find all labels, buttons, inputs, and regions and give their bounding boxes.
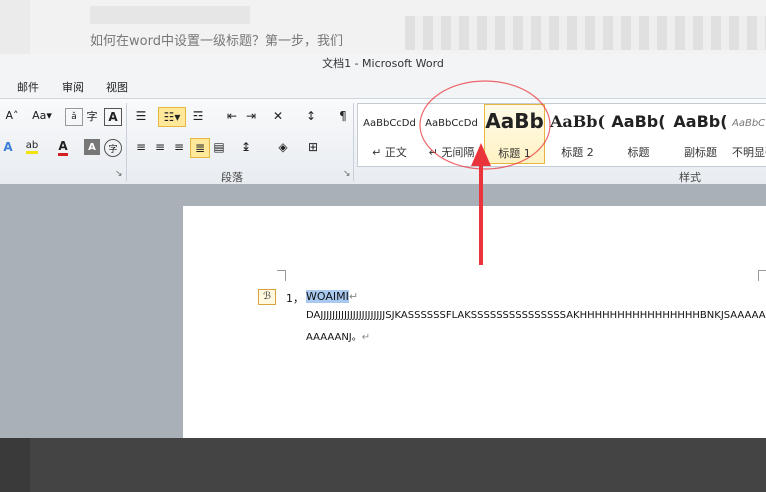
style-label: ↵ 无间隔 [428, 146, 475, 159]
tab-view[interactable]: 视图 [106, 79, 128, 95]
styles-gallery: AaBbCcDd ↵ 正文 AaBbCcDd ↵ 无间隔 AaBb 标题 1 A… [357, 103, 766, 167]
style-heading-2[interactable]: AaBb( 标题 2 [547, 104, 608, 164]
body-line[interactable]: DAJJJJJJJJJJJJJJJJJJJJJJSJKASSSSSSFLAKSS… [306, 310, 766, 321]
style-subtitle[interactable]: AaBb( 副标题 [670, 104, 731, 164]
character-shading-icon[interactable]: A [84, 139, 100, 155]
style-label: ↵ 正文 [372, 146, 407, 159]
margin-corner [277, 270, 286, 281]
style-label: 副标题 [684, 146, 717, 159]
style-preview: AaBb( [611, 112, 666, 131]
show-marks-icon[interactable]: ¶ [335, 108, 351, 124]
style-preview: AaBbCcDd [425, 118, 478, 129]
background-caption: 如何在word中设置一级标题？第一步，我们 [90, 34, 343, 49]
font-color-icon[interactable]: A [55, 139, 71, 156]
list-number: 1， [286, 292, 304, 305]
autocorrect-options-icon[interactable]: ℬ [258, 289, 276, 305]
background-bottom [0, 438, 766, 492]
style-preview: AaBb( [549, 112, 606, 131]
style-label: 标题 2 [561, 146, 594, 159]
style-preview: AaBb( [673, 112, 728, 131]
align-left-icon[interactable]: ≡ [133, 139, 149, 155]
style-heading-1[interactable]: AaBb 标题 1 [484, 104, 545, 164]
style-preview: AaBbC [732, 118, 766, 129]
decrease-indent-icon[interactable]: ⇤ [224, 108, 240, 124]
document-workspace[interactable]: ℬ 1， WOAIMI↵ DAJJJJJJJJJJJJJJJJJJJJJJSJK… [0, 184, 766, 438]
distributed-icon[interactable]: ▤ [211, 139, 227, 155]
body-text: AAAAANJ。 [306, 332, 362, 343]
highlight-color-icon[interactable]: ab [24, 139, 40, 155]
selected-text[interactable]: WOAIMI [306, 290, 349, 303]
separator [353, 103, 354, 181]
separator [126, 103, 127, 181]
style-preview: AaBb [485, 109, 544, 133]
increase-indent-icon[interactable]: ⇥ [243, 108, 259, 124]
background-header-blur [90, 6, 250, 24]
shading-icon[interactable]: ◈ [275, 139, 291, 155]
style-label: 不明显强 [732, 146, 766, 159]
numbering-icon[interactable]: ☷▾ [158, 107, 186, 127]
paragraph-mark: ↵ [361, 332, 371, 343]
style-preview: AaBbCcDd [363, 118, 416, 129]
justify-icon[interactable]: ≣ [190, 138, 210, 158]
document-page[interactable]: ℬ 1， WOAIMI↵ DAJJJJJJJJJJJJJJJJJJJJJJSJK… [183, 206, 766, 438]
text-effects-icon[interactable]: A [0, 139, 16, 155]
styles-group-label: 样式 [679, 171, 701, 184]
font-dialog-launcher-icon[interactable]: ↘ [115, 169, 123, 179]
background-article: 如何在word中设置一级标题？第一步，我们 [0, 0, 766, 55]
background-shadow [30, 438, 766, 492]
style-subtle-emphasis[interactable]: AaBbC 不明显强 [732, 104, 766, 164]
phonetic-guide-icon[interactable]: ǎ [65, 108, 83, 126]
ribbon: A˄ Aa▾ ǎ 字 A A ab A A 字 ↘ ☰ ☷▾ ☲ ⇤ ⇥ ✕ ↕… [0, 98, 766, 186]
align-center-icon[interactable]: ≡ [152, 139, 168, 155]
paragraph-dialog-launcher-icon[interactable]: ↘ [343, 169, 351, 179]
margin-corner [758, 270, 766, 281]
paragraph-group-label: 段落 [221, 171, 243, 184]
multilevel-list-icon[interactable]: ☲ [190, 108, 206, 124]
enclosed-character-icon[interactable]: 字 [104, 139, 122, 157]
style-no-spacing[interactable]: AaBbCcDd ↵ 无间隔 [421, 104, 482, 164]
enclose-characters-icon[interactable]: 字 [84, 108, 100, 124]
character-border-icon[interactable]: A [104, 108, 122, 126]
style-normal[interactable]: AaBbCcDd ↵ 正文 [359, 104, 420, 164]
style-label: 标题 [627, 146, 650, 159]
chinese-layout-icon[interactable]: ✕ [270, 108, 286, 124]
background-panel [0, 0, 30, 55]
grow-font-button[interactable]: A˄ [4, 107, 20, 125]
style-title[interactable]: AaBb( 标题 [608, 104, 669, 164]
word-window: 文档1 - Microsoft Word 邮件 审阅 视图 A˄ Aa▾ ǎ 字… [0, 54, 766, 438]
ribbon-tabs: 邮件 审阅 视图 [0, 74, 766, 98]
line-spacing-icon[interactable]: ↨ [238, 139, 254, 155]
style-label: 标题 1 [498, 147, 531, 160]
body-line[interactable]: AAAAANJ。↵ [306, 328, 370, 343]
align-right-icon[interactable]: ≡ [171, 139, 187, 155]
paragraph-mark: ↵ [348, 290, 359, 303]
sort-icon[interactable]: ↕ [303, 108, 319, 124]
window-title: 文档1 - Microsoft Word [0, 54, 766, 74]
tab-mailings[interactable]: 邮件 [17, 79, 39, 95]
borders-icon[interactable]: ⊞ [305, 139, 321, 155]
background-ribbon-blur [405, 16, 766, 50]
change-case-button[interactable]: Aa▾ [30, 107, 54, 125]
bullets-icon[interactable]: ☰ [133, 108, 149, 124]
heading-line[interactable]: WOAIMI↵ [306, 290, 358, 303]
tab-review[interactable]: 审阅 [62, 79, 84, 95]
